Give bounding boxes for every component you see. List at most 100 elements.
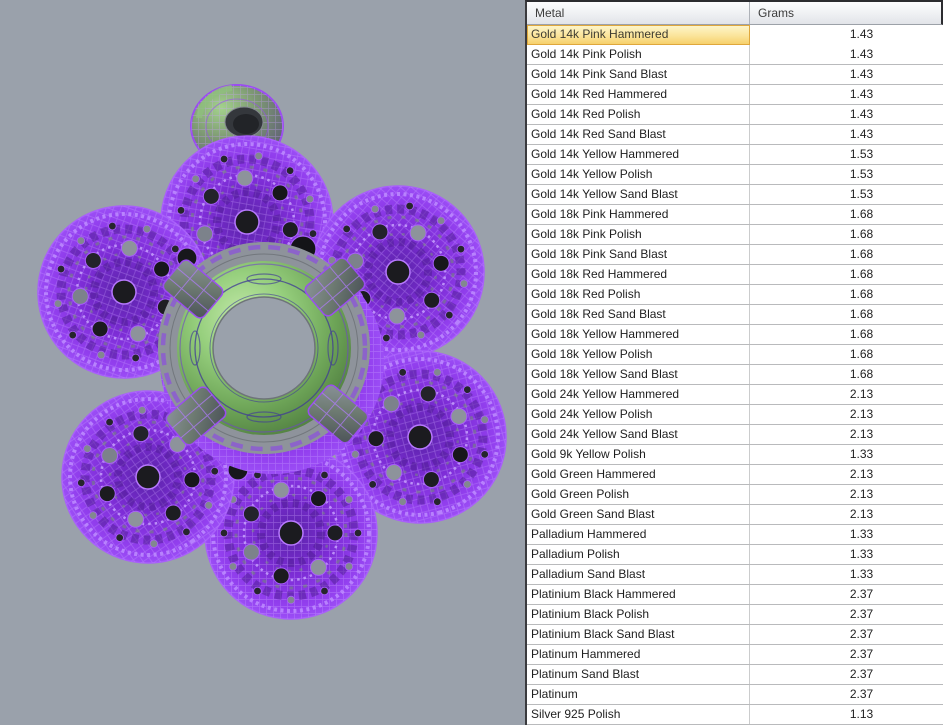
metal-cell: Gold 14k Pink Sand Blast (527, 65, 750, 84)
metal-cell: Gold 14k Red Sand Blast (527, 125, 750, 144)
grams-cell: 2.37 (750, 605, 943, 624)
grams-cell: 2.37 (750, 665, 943, 684)
app-window: Metal Grams Gold 14k Pink Hammered 1.43 … (0, 0, 943, 725)
table-row[interactable]: Gold Green Hammered 2.13 (527, 465, 943, 485)
pendant-model[interactable] (0, 0, 525, 725)
table-row[interactable]: Platinum Hammered 2.37 (527, 645, 943, 665)
grams-cell: 2.13 (750, 465, 943, 484)
grams-cell: 1.68 (750, 325, 943, 344)
table-row[interactable]: Palladium Polish 1.33 (527, 545, 943, 565)
metals-table: Metal Grams Gold 14k Pink Hammered 1.43 … (525, 0, 943, 725)
table-row[interactable]: Gold Green Polish 2.13 (527, 485, 943, 505)
table-row[interactable]: Gold 18k Red Polish 1.68 (527, 285, 943, 305)
grams-cell: 2.13 (750, 385, 943, 404)
table-row[interactable]: Gold 9k Yellow Polish 1.33 (527, 445, 943, 465)
metal-cell: Gold 18k Pink Sand Blast (527, 245, 750, 264)
grams-cell: 2.13 (750, 485, 943, 504)
grams-cell: 1.68 (750, 365, 943, 384)
grams-cell: 2.37 (750, 625, 943, 644)
grams-cell: 2.37 (750, 585, 943, 604)
table-row[interactable]: Platinium Black Sand Blast 2.37 (527, 625, 943, 645)
metal-cell: Platinum Sand Blast (527, 665, 750, 684)
table-row[interactable]: Gold 14k Yellow Hammered 1.53 (527, 145, 943, 165)
metal-cell: Gold 14k Pink Hammered (527, 25, 750, 45)
metal-cell: Gold 9k Yellow Polish (527, 445, 750, 464)
grams-cell: 2.37 (750, 685, 943, 704)
metal-cell: Gold Green Sand Blast (527, 505, 750, 524)
grams-cell: 1.68 (750, 265, 943, 284)
grams-cell: 1.53 (750, 185, 943, 204)
table-row[interactable]: Gold 14k Red Sand Blast 1.43 (527, 125, 943, 145)
metal-cell: Gold 14k Yellow Sand Blast (527, 185, 750, 204)
metal-cell: Platinium Black Sand Blast (527, 625, 750, 644)
metal-cell: Gold 18k Yellow Polish (527, 345, 750, 364)
metal-cell: Palladium Sand Blast (527, 565, 750, 584)
grams-cell: 1.33 (750, 565, 943, 584)
grams-cell: 1.43 (750, 85, 943, 104)
metal-cell: Gold 14k Red Hammered (527, 85, 750, 104)
column-header-grams[interactable]: Grams (750, 2, 941, 24)
table-row[interactable]: Gold 24k Yellow Hammered 2.13 (527, 385, 943, 405)
table-rows: Gold 14k Pink Hammered 1.43 Gold 14k Pin… (527, 25, 943, 725)
table-row[interactable]: Gold 18k Red Hammered 1.68 (527, 265, 943, 285)
grams-cell: 1.68 (750, 285, 943, 304)
table-row[interactable]: Gold 18k Red Sand Blast 1.68 (527, 305, 943, 325)
table-row[interactable]: Platinum 2.37 (527, 685, 943, 705)
metal-cell: Gold 18k Red Sand Blast (527, 305, 750, 324)
table-row[interactable]: Gold 18k Pink Hammered 1.68 (527, 205, 943, 225)
table-row[interactable]: Platinium Black Hammered 2.37 (527, 585, 943, 605)
table-row[interactable]: Gold 18k Yellow Polish 1.68 (527, 345, 943, 365)
metal-cell: Gold 18k Red Hammered (527, 265, 750, 284)
metal-cell: Platinum (527, 685, 750, 704)
table-row[interactable]: Gold 18k Yellow Sand Blast 1.68 (527, 365, 943, 385)
table-row[interactable]: Gold 18k Pink Polish 1.68 (527, 225, 943, 245)
table-row[interactable]: Gold 14k Pink Polish 1.43 (527, 45, 943, 65)
table-row[interactable]: Palladium Hammered 1.33 (527, 525, 943, 545)
table-row[interactable]: Silver 925 Polish 1.13 (527, 705, 943, 725)
grams-cell: 1.68 (750, 345, 943, 364)
grams-cell: 1.33 (750, 545, 943, 564)
table-row[interactable]: Gold 14k Yellow Sand Blast 1.53 (527, 185, 943, 205)
grams-cell: 1.68 (750, 205, 943, 224)
metal-cell: Palladium Hammered (527, 525, 750, 544)
metal-cell: Platinium Black Hammered (527, 585, 750, 604)
metal-cell: Palladium Polish (527, 545, 750, 564)
table-row[interactable]: Platinium Black Polish 2.37 (527, 605, 943, 625)
grams-cell: 1.43 (750, 125, 943, 144)
column-header-metal[interactable]: Metal (527, 2, 750, 24)
table-row[interactable]: Gold 18k Pink Sand Blast 1.68 (527, 245, 943, 265)
metal-cell: Gold 18k Yellow Hammered (527, 325, 750, 344)
table-row[interactable]: Gold 24k Yellow Sand Blast 2.13 (527, 425, 943, 445)
metal-cell: Platinum Hammered (527, 645, 750, 664)
table-header: Metal Grams (527, 2, 943, 25)
grams-cell: 2.13 (750, 505, 943, 524)
metal-cell: Gold Green Polish (527, 485, 750, 504)
table-row[interactable]: Platinum Sand Blast 2.37 (527, 665, 943, 685)
grams-cell: 1.43 (750, 25, 943, 45)
grams-cell: 2.37 (750, 645, 943, 664)
grams-cell: 1.53 (750, 165, 943, 184)
table-row[interactable]: Gold 14k Red Hammered 1.43 (527, 85, 943, 105)
table-row[interactable]: Gold 18k Yellow Hammered 1.68 (527, 325, 943, 345)
grams-cell: 1.53 (750, 145, 943, 164)
grams-cell: 2.13 (750, 405, 943, 424)
table-row[interactable]: Gold Green Sand Blast 2.13 (527, 505, 943, 525)
table-row[interactable]: Gold 14k Pink Hammered 1.43 (527, 25, 943, 45)
metal-cell: Gold 14k Yellow Polish (527, 165, 750, 184)
grams-cell: 2.13 (750, 425, 943, 444)
model-viewport[interactable] (0, 0, 525, 725)
grams-cell: 1.33 (750, 525, 943, 544)
table-row[interactable]: Gold 14k Yellow Polish 1.53 (527, 165, 943, 185)
table-row[interactable]: Gold 24k Yellow Polish 2.13 (527, 405, 943, 425)
metal-cell: Silver 925 Polish (527, 705, 750, 724)
metal-cell: Platinium Black Polish (527, 605, 750, 624)
metal-cell: Gold 14k Pink Polish (527, 45, 750, 64)
table-row[interactable]: Palladium Sand Blast 1.33 (527, 565, 943, 585)
grams-cell: 1.68 (750, 305, 943, 324)
metal-cell: Gold 14k Yellow Hammered (527, 145, 750, 164)
metal-cell: Gold 18k Red Polish (527, 285, 750, 304)
table-row[interactable]: Gold 14k Red Polish 1.43 (527, 105, 943, 125)
grams-cell: 1.13 (750, 705, 943, 724)
grams-cell: 1.33 (750, 445, 943, 464)
table-row[interactable]: Gold 14k Pink Sand Blast 1.43 (527, 65, 943, 85)
